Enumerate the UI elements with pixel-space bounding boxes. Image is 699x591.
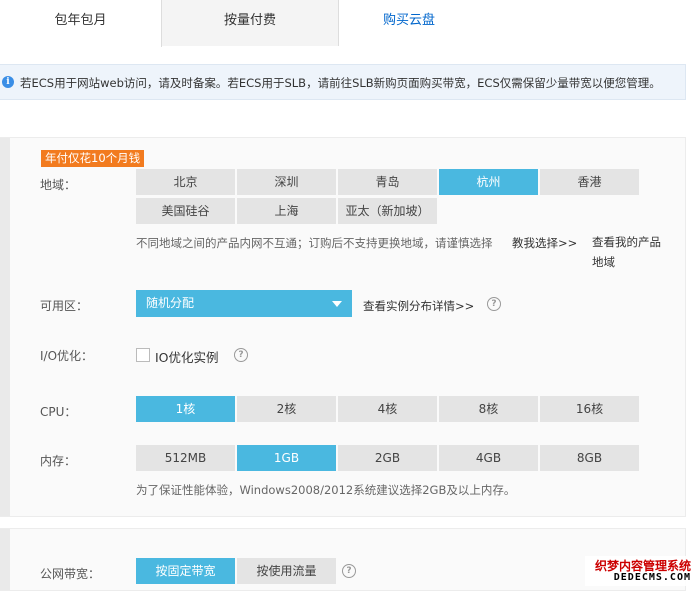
my-products-region-link[interactable]: 查看我的产品地域 bbox=[592, 232, 672, 272]
tab-annual-monthly[interactable]: 包年包月 bbox=[0, 0, 162, 47]
memory-option-512mb[interactable]: 512MB bbox=[136, 445, 235, 471]
billing-tabs: 按量付费 购买云盘 包年包月 bbox=[0, 0, 699, 47]
io-checkbox-label: IO优化实例 bbox=[155, 350, 219, 365]
memory-option-8gb[interactable]: 8GB bbox=[540, 445, 639, 471]
zone-select[interactable]: 随机分配 bbox=[136, 290, 352, 317]
help-icon[interactable]: ? bbox=[487, 297, 501, 311]
memory-label: 内存： bbox=[40, 454, 77, 468]
memory-hint: 为了保证性能体验，Windows2008/2012系统建议选择2GB及以上内存。 bbox=[136, 483, 516, 497]
region-option-qingdao[interactable]: 青岛 bbox=[338, 169, 437, 195]
region-option-hongkong[interactable]: 香港 bbox=[540, 169, 639, 195]
bandwidth-option-traffic[interactable]: 按使用流量 bbox=[237, 558, 336, 584]
tab-bar-fill bbox=[479, 0, 699, 46]
zone-detail-link[interactable]: 查看实例分布详情>> bbox=[363, 298, 474, 314]
region-option-shanghai[interactable]: 上海 bbox=[237, 198, 336, 224]
zone-label: 可用区： bbox=[40, 299, 89, 313]
watermark-domain: DEDECMS.COM bbox=[613, 572, 691, 583]
notice-text: 若ECS用于网站web访问，请及时备案。若ECS用于SLB，请前往SLB新购页面… bbox=[20, 76, 661, 90]
info-notice: i 若ECS用于网站web访问，请及时备案。若ECS用于SLB，请前往SLB新购… bbox=[0, 64, 686, 100]
io-optimized-checkbox[interactable] bbox=[136, 348, 150, 362]
memory-option-1gb[interactable]: 1GB bbox=[237, 445, 336, 471]
bandwidth-label: 公网带宽： bbox=[40, 567, 101, 581]
bandwidth-panel bbox=[0, 528, 686, 591]
tab-pay-as-you-go[interactable]: 按量付费 bbox=[162, 0, 339, 46]
cpu-option-16[interactable]: 16核 bbox=[540, 396, 639, 422]
panel-side-strip bbox=[0, 138, 10, 516]
help-icon[interactable]: ? bbox=[234, 348, 248, 362]
tab-buy-cloud-disk[interactable]: 购买云盘 bbox=[339, 0, 479, 46]
region-option-beijing[interactable]: 北京 bbox=[136, 169, 235, 195]
cpu-option-8[interactable]: 8核 bbox=[439, 396, 538, 422]
cpu-option-4[interactable]: 4核 bbox=[338, 396, 437, 422]
io-label: I/O优化： bbox=[40, 349, 94, 363]
region-option-shenzhen[interactable]: 深圳 bbox=[237, 169, 336, 195]
cpu-label: CPU： bbox=[40, 405, 77, 419]
info-icon: i bbox=[2, 76, 14, 88]
panel-side-strip bbox=[0, 529, 10, 590]
cpu-option-2[interactable]: 2核 bbox=[237, 396, 336, 422]
region-option-hangzhou[interactable]: 杭州 bbox=[439, 169, 538, 195]
region-help-link[interactable]: 教我选择>> bbox=[512, 235, 577, 251]
memory-option-2gb[interactable]: 2GB bbox=[338, 445, 437, 471]
help-icon[interactable]: ? bbox=[342, 564, 356, 578]
panel-body bbox=[10, 529, 685, 590]
region-label: 地域： bbox=[40, 178, 77, 192]
chevron-down-icon bbox=[332, 301, 342, 307]
cpu-option-1[interactable]: 1核 bbox=[136, 396, 235, 422]
bandwidth-option-fixed[interactable]: 按固定带宽 bbox=[136, 558, 235, 584]
region-hint: 不同地域之间的产品内网不互通；订购后不支持更换地域，请谨慎选择 bbox=[136, 236, 493, 250]
zone-select-value: 随机分配 bbox=[146, 296, 195, 310]
memory-option-4gb[interactable]: 4GB bbox=[439, 445, 538, 471]
region-option-silicon-valley[interactable]: 美国硅谷 bbox=[136, 198, 235, 224]
promo-badge: 年付仅花10个月钱 bbox=[41, 150, 145, 167]
region-option-singapore[interactable]: 亚太（新加坡） bbox=[338, 198, 437, 224]
